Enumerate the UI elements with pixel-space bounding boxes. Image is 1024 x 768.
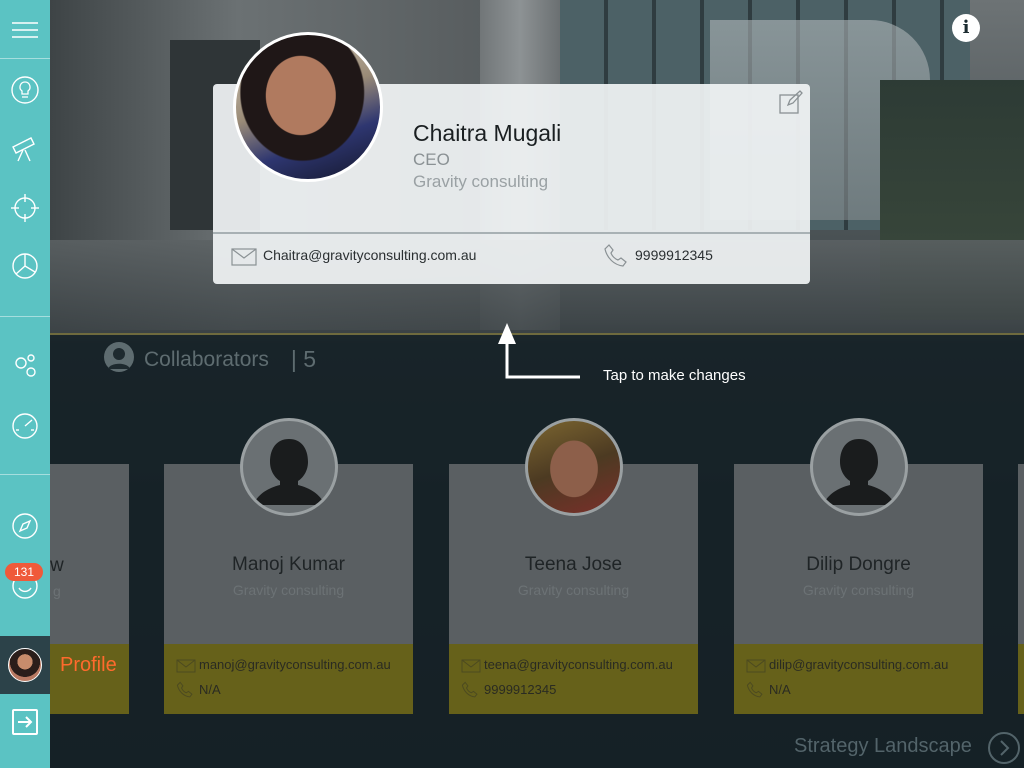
menu-icon[interactable] bbox=[0, 10, 50, 50]
avatar bbox=[8, 648, 42, 682]
profile-phone: 9999912345 bbox=[635, 247, 713, 263]
chevron-right-icon[interactable] bbox=[988, 732, 1020, 764]
mail-icon bbox=[461, 659, 481, 678]
profile-name: Chaitra Mugali bbox=[413, 120, 562, 146]
collaborator-company: Gravity consulting bbox=[232, 582, 345, 598]
collaborator-company: Gravity consulting bbox=[517, 582, 630, 598]
target-icon[interactable] bbox=[0, 188, 50, 228]
collaborator-email: manoj@gravityconsulting.com.au bbox=[199, 657, 391, 672]
collaborator-email: dilip@gravityconsulting.com.au bbox=[769, 657, 949, 672]
lightbulb-icon[interactable] bbox=[0, 70, 50, 110]
user-icon bbox=[104, 342, 134, 377]
info-icon[interactable]: i bbox=[952, 14, 980, 42]
profile-company: Gravity consulting bbox=[413, 172, 549, 191]
collaborator-company-partial: g bbox=[53, 583, 61, 599]
card-divider bbox=[213, 232, 810, 234]
phone-icon bbox=[746, 681, 764, 704]
profile-email: Chaitra@gravityconsulting.com.au bbox=[263, 247, 477, 263]
collaborator-email: teena@gravityconsulting.com.au bbox=[484, 657, 673, 672]
telescope-icon[interactable] bbox=[0, 128, 50, 168]
avatar[interactable] bbox=[240, 418, 338, 516]
collaborator-phone: N/A bbox=[769, 682, 791, 697]
avatar[interactable] bbox=[525, 418, 623, 516]
profile-avatar[interactable] bbox=[233, 32, 383, 182]
collaborator-company: Gravity consulting bbox=[802, 582, 915, 598]
tooltip-text: Tap to make changes bbox=[603, 367, 746, 384]
strategy-landscape-link[interactable]: Strategy Landscape bbox=[794, 735, 972, 758]
phone-icon bbox=[176, 681, 194, 704]
pie-chart-icon[interactable] bbox=[0, 246, 50, 286]
collaborators-count: | 5 bbox=[290, 346, 317, 372]
collaborators-title: Collaborators bbox=[144, 347, 269, 371]
collaborator-phone: N/A bbox=[199, 682, 221, 697]
collaborator-phone: 9999912345 bbox=[484, 682, 557, 697]
profile-nav-item[interactable] bbox=[0, 636, 50, 694]
phone-icon bbox=[603, 243, 629, 274]
collaborator-name-partial: w bbox=[50, 555, 64, 576]
profile-label[interactable]: Profile bbox=[60, 654, 117, 677]
mail-icon bbox=[746, 659, 766, 678]
collaborator-name: Dilip Dongre bbox=[806, 554, 911, 575]
arrow-up-icon bbox=[494, 320, 584, 387]
collaborator-name: Manoj Kumar bbox=[232, 554, 345, 575]
sidebar bbox=[0, 0, 50, 768]
logout-icon[interactable] bbox=[0, 702, 50, 742]
compass-icon[interactable] bbox=[0, 506, 50, 546]
collaborator-card-partial-right[interactable] bbox=[1018, 464, 1024, 714]
edit-icon[interactable] bbox=[779, 90, 803, 119]
profile-role: CEO bbox=[413, 150, 450, 169]
gears-icon[interactable] bbox=[0, 346, 50, 386]
mail-icon bbox=[176, 659, 196, 678]
mail-icon bbox=[231, 248, 257, 271]
notification-badge: 131 bbox=[5, 563, 43, 581]
phone-icon bbox=[461, 681, 479, 704]
speedometer-icon[interactable] bbox=[0, 406, 50, 446]
avatar[interactable] bbox=[810, 418, 908, 516]
collaborators-header: Collaborators | 5 bbox=[104, 342, 316, 377]
collaborator-name: Teena Jose bbox=[524, 554, 623, 575]
